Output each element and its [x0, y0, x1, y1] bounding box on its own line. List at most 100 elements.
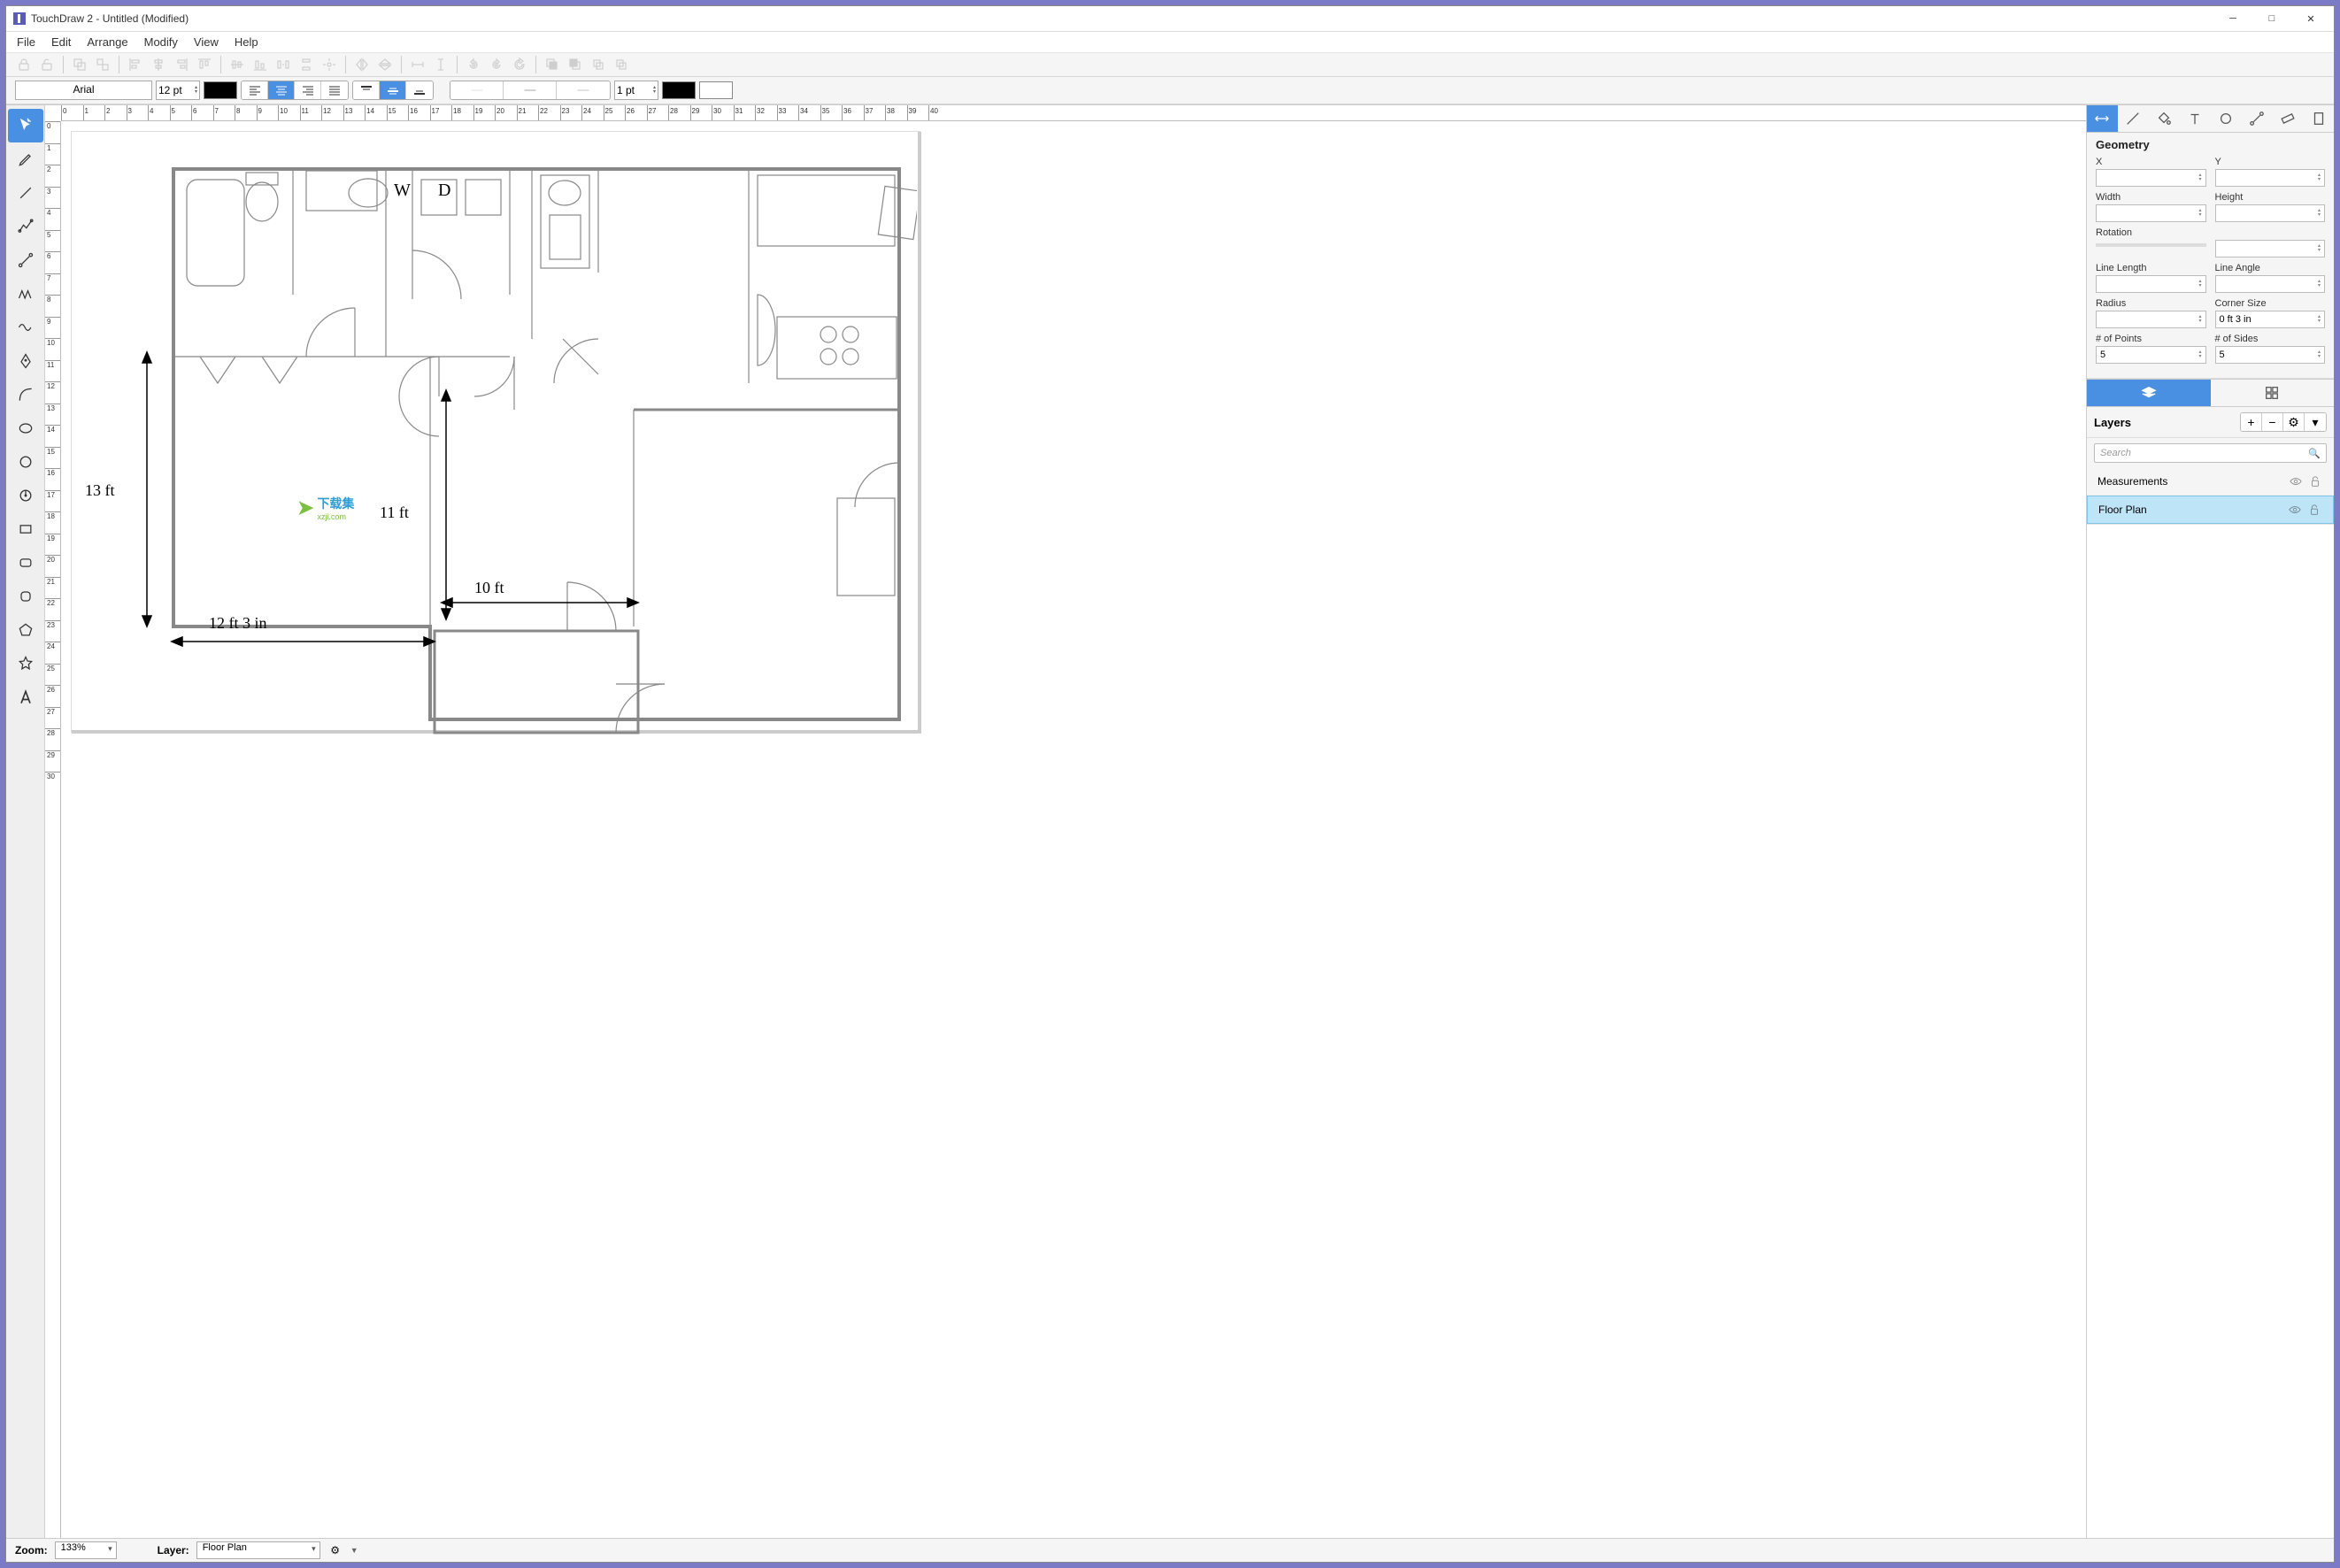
rotate-left-icon[interactable] [465, 56, 482, 73]
tab-ruler[interactable] [2272, 105, 2303, 132]
valign-middle-button[interactable] [380, 81, 406, 99]
forward-icon[interactable] [589, 56, 607, 73]
roundrect-tool[interactable] [8, 546, 43, 580]
tab-connector[interactable] [2241, 105, 2272, 132]
arc-tool[interactable] [8, 378, 43, 411]
align-bottom-icon[interactable] [251, 56, 269, 73]
polygon-tool[interactable] [8, 613, 43, 647]
pie-tool[interactable] [8, 479, 43, 512]
align-middle-icon[interactable] [228, 56, 246, 73]
layer-select[interactable]: Floor Plan [196, 1541, 320, 1559]
align-left-icon[interactable] [127, 56, 144, 73]
tab-shadow[interactable] [2211, 105, 2242, 132]
line-tool[interactable] [8, 176, 43, 210]
stroke-thick-button[interactable] [557, 81, 610, 99]
geo-y-input[interactable]: ▴▾ [2215, 169, 2326, 187]
align-center-icon[interactable] [150, 56, 167, 73]
menu-help[interactable]: Help [235, 35, 258, 49]
backward-icon[interactable] [612, 56, 630, 73]
valign-bottom-button[interactable] [406, 81, 433, 99]
geo-cornersize-input[interactable]: 0 ft 3 in▴▾ [2215, 311, 2326, 328]
bring-front-icon[interactable] [543, 56, 561, 73]
layer-item-floorplan[interactable]: Floor Plan [2087, 496, 2334, 524]
geo-radius-input[interactable]: ▴▾ [2096, 311, 2206, 328]
tab-fill[interactable] [2149, 105, 2180, 132]
lock-icon[interactable] [2307, 475, 2323, 488]
maximize-button[interactable]: □ [2259, 10, 2284, 27]
text-color-swatch[interactable] [204, 81, 237, 99]
stroke-solid-button[interactable] [504, 81, 557, 99]
center-icon[interactable] [320, 56, 338, 73]
eye-icon[interactable] [2288, 475, 2304, 488]
close-button[interactable]: ✕ [2298, 10, 2323, 27]
geo-lineangle-input[interactable]: ▴▾ [2215, 275, 2326, 293]
circle-tool[interactable] [8, 445, 43, 479]
lock-icon[interactable] [15, 56, 33, 73]
spacing-h-icon[interactable] [409, 56, 427, 73]
tab-layers[interactable] [2087, 380, 2211, 406]
pen-tool[interactable] [8, 344, 43, 378]
pencil-tool[interactable] [8, 142, 43, 176]
align-justify-button[interactable] [321, 81, 348, 99]
layer-dropdown-button[interactable]: ▾ [2305, 413, 2326, 431]
align-right-icon[interactable] [173, 56, 190, 73]
text-tool[interactable] [8, 680, 43, 714]
tab-info[interactable] [2303, 105, 2334, 132]
tab-library[interactable] [2211, 380, 2335, 406]
star-tool[interactable] [8, 647, 43, 680]
distribute-v-icon[interactable] [297, 56, 315, 73]
wave-tool[interactable] [8, 311, 43, 344]
align-left-button[interactable] [242, 81, 268, 99]
add-layer-button[interactable]: + [2241, 413, 2262, 431]
layer-settings-button[interactable]: ⚙ [2283, 413, 2305, 431]
distribute-h-icon[interactable] [274, 56, 292, 73]
geo-linelength-input[interactable]: ▴▾ [2096, 275, 2206, 293]
geo-rotation-input[interactable]: ▴▾ [2215, 240, 2326, 257]
tab-geometry[interactable] [2087, 105, 2118, 132]
unlock-icon[interactable] [38, 56, 56, 73]
rotate-right-icon[interactable] [488, 56, 505, 73]
align-center-button[interactable] [268, 81, 295, 99]
geo-x-input[interactable]: ▴▾ [2096, 169, 2206, 187]
zoom-select[interactable]: 133% [55, 1541, 117, 1559]
polyline-tool[interactable] [8, 210, 43, 243]
chevron-down-icon[interactable]: ▼ [350, 1546, 358, 1555]
fill-color-swatch[interactable] [699, 81, 733, 99]
align-right-button[interactable] [295, 81, 321, 99]
group-icon[interactable] [71, 56, 89, 73]
spacing-v-icon[interactable] [432, 56, 450, 73]
geo-points-input[interactable]: 5▴▾ [2096, 346, 2206, 364]
roundsquare-tool[interactable] [8, 580, 43, 613]
rotation-slider[interactable] [2096, 243, 2206, 247]
zigzag-tool[interactable] [8, 277, 43, 311]
geo-width-input[interactable]: ▴▾ [2096, 204, 2206, 222]
flip-h-icon[interactable] [353, 56, 371, 73]
ungroup-icon[interactable] [94, 56, 112, 73]
valign-top-button[interactable] [353, 81, 380, 99]
menu-edit[interactable]: Edit [51, 35, 71, 49]
font-size-select[interactable]: 12 pt▴▾ [156, 81, 200, 100]
select-tool[interactable] [8, 109, 43, 142]
align-top-icon[interactable] [196, 56, 213, 73]
stroke-color-swatch[interactable] [662, 81, 696, 99]
rotate-icon[interactable] [511, 56, 528, 73]
flip-v-icon[interactable] [376, 56, 394, 73]
tab-text[interactable] [2180, 105, 2211, 132]
rect-tool[interactable] [8, 512, 43, 546]
stroke-thin-button[interactable] [450, 81, 504, 99]
font-select[interactable]: Arial [15, 81, 152, 100]
menu-arrange[interactable]: Arrange [87, 35, 127, 49]
menu-view[interactable]: View [194, 35, 219, 49]
connector-tool[interactable] [8, 243, 43, 277]
canvas[interactable]: 13 ft 11 ft 10 ft 12 ft 3 in W D ➤ 下载集xz… [61, 121, 2086, 1538]
ellipse-tool[interactable] [8, 411, 43, 445]
geo-height-input[interactable]: ▴▾ [2215, 204, 2326, 222]
send-back-icon[interactable] [566, 56, 584, 73]
minimize-button[interactable]: ─ [2221, 10, 2245, 27]
stroke-width-select[interactable]: 1 pt▴▾ [614, 81, 658, 100]
remove-layer-button[interactable]: − [2262, 413, 2283, 431]
layer-item-measurements[interactable]: Measurements [2087, 468, 2334, 496]
lock-icon[interactable] [2306, 503, 2322, 516]
floorplan-drawing[interactable] [120, 153, 917, 737]
menu-file[interactable]: File [17, 35, 35, 49]
